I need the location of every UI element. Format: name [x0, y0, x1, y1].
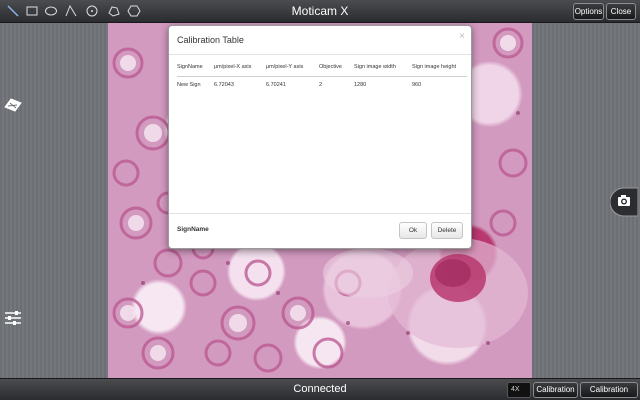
- bottom-status-bar: Connected 4X Calibration Calibration Tab…: [0, 378, 640, 400]
- table-cell: 1280: [354, 82, 367, 88]
- column-header: μm/pixel-Y axis: [266, 63, 319, 77]
- dialog-title: Calibration Table: [177, 35, 244, 45]
- right-panel: [532, 23, 640, 378]
- calibration-button[interactable]: Calibration: [533, 382, 578, 398]
- table-row[interactable]: New Sign 6.72043 6.70241 2 1280 960: [177, 77, 467, 91]
- signname-label: SignName: [177, 226, 209, 233]
- table-header-row: SignName μm/pixel-X axis μm/pixel-Y axis…: [177, 63, 467, 77]
- sliders-icon[interactable]: [4, 310, 22, 331]
- calibration-table: SignName μm/pixel-X axis μm/pixel-Y axis…: [177, 63, 467, 90]
- calibration-table-dialog: Calibration Table × SignName μm/pixel-X …: [168, 25, 472, 249]
- ok-button[interactable]: Ok: [399, 222, 427, 239]
- table-cell: 6.70241: [266, 82, 286, 88]
- app-title: Moticam X: [291, 4, 349, 18]
- column-header: SignName: [177, 63, 214, 77]
- table-cell: 2: [319, 82, 323, 88]
- divider: [169, 213, 471, 214]
- calibration-table-button[interactable]: Calibration Table: [580, 382, 638, 400]
- dialog-close-icon[interactable]: ×: [459, 31, 465, 42]
- table-cell: New Sign: [177, 82, 201, 88]
- table-cell: 960: [412, 82, 422, 88]
- close-button[interactable]: Close: [606, 3, 636, 20]
- divider: [169, 54, 471, 55]
- column-header: Sign image width: [354, 63, 412, 77]
- delete-button[interactable]: Delete: [431, 222, 463, 239]
- options-button[interactable]: Options: [573, 3, 604, 20]
- camera-icon[interactable]: [609, 187, 639, 222]
- column-header: μm/pixel-X axis: [214, 63, 266, 77]
- zoom-select[interactable]: 4X: [507, 382, 531, 398]
- top-toolbar: Moticam X Options Close: [0, 0, 640, 23]
- left-panel: [0, 23, 108, 378]
- table-cell: 6.72043: [214, 82, 234, 88]
- column-header: Objective: [319, 63, 354, 77]
- brightness-icon[interactable]: [2, 96, 24, 119]
- column-header: Sign image height: [412, 63, 467, 77]
